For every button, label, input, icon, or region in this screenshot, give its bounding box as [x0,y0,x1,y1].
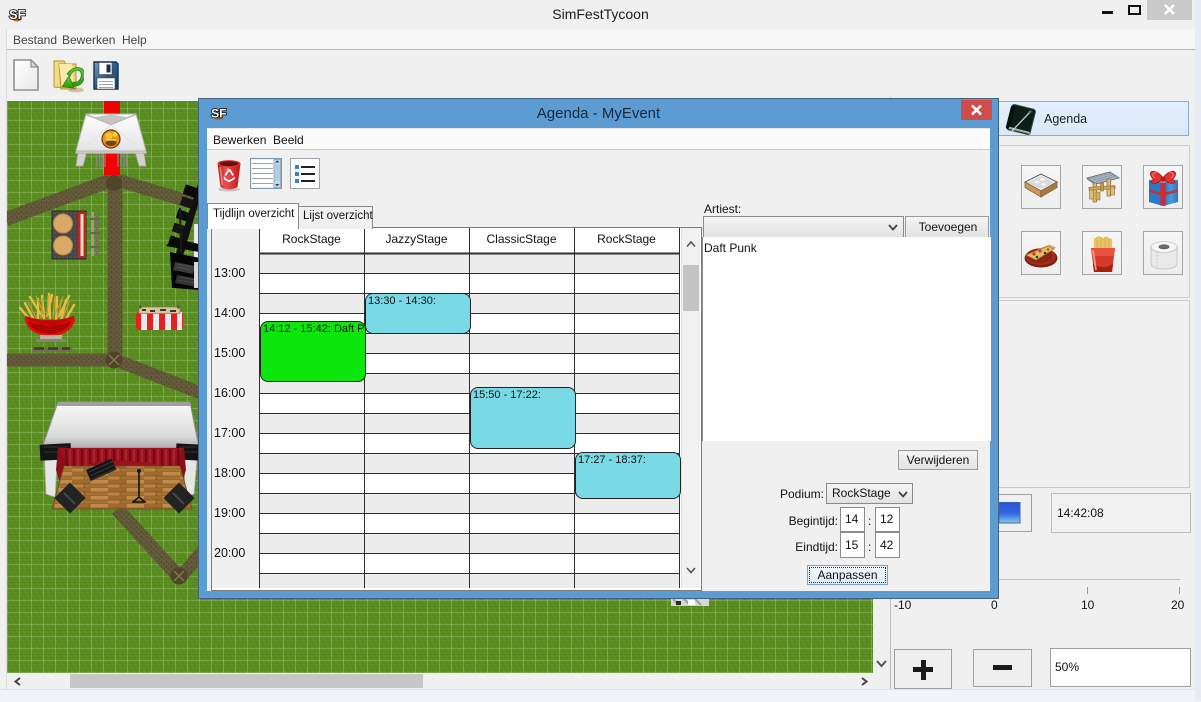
svg-text:SF: SF [9,7,26,22]
svg-text:SF: SF [211,107,227,121]
